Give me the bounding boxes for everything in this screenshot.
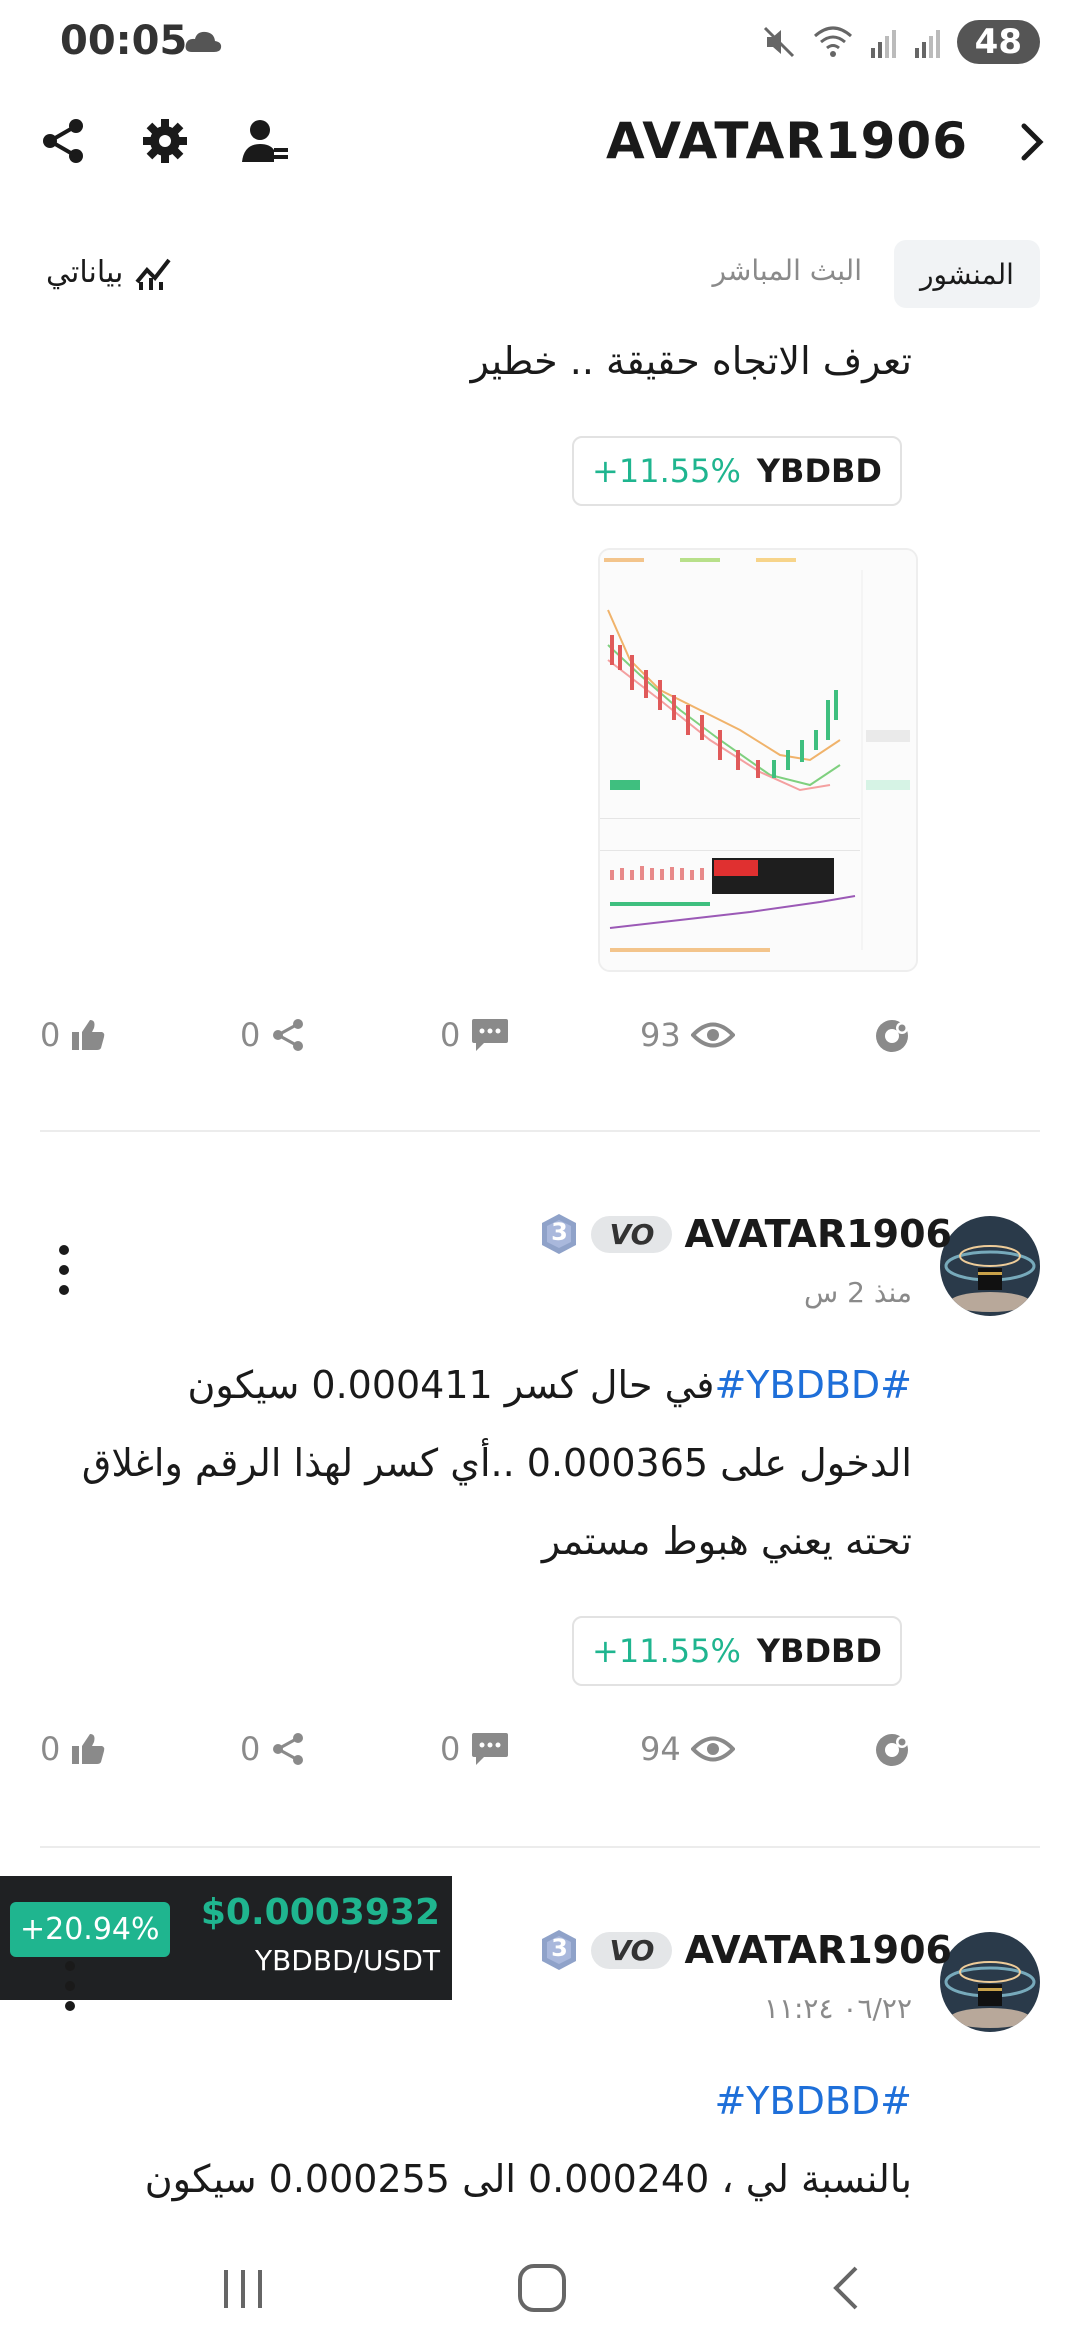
coin-chip[interactable]: +11.55% YBDBD bbox=[572, 1616, 902, 1686]
coin-symbol: YBDBD bbox=[756, 452, 882, 490]
chart-icon bbox=[133, 252, 173, 292]
like-count: 0 bbox=[40, 1730, 61, 1768]
my-data-label: بياناتي bbox=[46, 254, 124, 290]
coin-symbol: YBDBD bbox=[756, 1632, 882, 1670]
level-number: 3 bbox=[551, 1934, 568, 1962]
coin-change: +11.55% bbox=[592, 1632, 741, 1670]
post-actions: 0 0 0 93 bbox=[40, 1016, 920, 1076]
like-button[interactable]: 0 bbox=[40, 1016, 106, 1054]
tab-posts[interactable]: المنشور bbox=[894, 240, 1040, 308]
chevron-right-icon[interactable] bbox=[1012, 120, 1052, 164]
back-icon[interactable] bbox=[826, 2262, 866, 2314]
status-icons: 48 bbox=[761, 20, 1040, 64]
views-counter: 94 bbox=[640, 1730, 735, 1768]
ticker-change: +20.94% bbox=[10, 1902, 170, 1957]
more-options-icon[interactable] bbox=[56, 1244, 72, 1296]
post-line-1: بالنسبة لي ، 0.000240 الى 0.000255 سيكون bbox=[144, 2157, 912, 2201]
post-chart-image[interactable] bbox=[598, 548, 918, 972]
coin-change: +11.55% bbox=[592, 452, 741, 490]
recent-apps-icon[interactable] bbox=[218, 2264, 268, 2314]
hashtag-link[interactable]: #YBDBD# bbox=[714, 2079, 912, 2123]
system-nav-bar bbox=[0, 2240, 1080, 2340]
cloud-icon bbox=[184, 30, 222, 54]
gear-icon[interactable] bbox=[140, 116, 190, 166]
signal-2-icon bbox=[913, 26, 943, 58]
post-time: منذ 2 س bbox=[804, 1276, 912, 1309]
level-badge-icon: 3 bbox=[539, 1212, 579, 1256]
thumbs-up-icon bbox=[70, 1018, 106, 1052]
post-actions: 0 0 0 94 bbox=[40, 1730, 920, 1790]
post-divider bbox=[40, 1130, 1040, 1132]
avatar[interactable] bbox=[940, 1932, 1040, 2032]
like-button[interactable]: 0 bbox=[40, 1730, 106, 1768]
share-icon bbox=[270, 1017, 306, 1053]
post-author[interactable]: 3 VO AVATAR1906 bbox=[539, 1212, 952, 1256]
tip-icon[interactable] bbox=[872, 1016, 912, 1056]
comment-button[interactable]: 0 bbox=[440, 1016, 510, 1054]
post-author[interactable]: 3 VO AVATAR1906 bbox=[539, 1928, 952, 1972]
hashtag-link[interactable]: #YBDBD# bbox=[714, 1363, 912, 1407]
views-count: 94 bbox=[640, 1730, 681, 1768]
views-count: 93 bbox=[640, 1016, 681, 1054]
wifi-icon bbox=[811, 24, 855, 60]
ticker-price: $0.0003932 bbox=[200, 1892, 440, 1933]
comment-count: 0 bbox=[440, 1016, 461, 1054]
share-icon[interactable] bbox=[38, 116, 88, 166]
vo-badge: VO bbox=[591, 1931, 673, 1969]
share-button[interactable]: 0 bbox=[240, 1730, 306, 1768]
thumbs-up-icon bbox=[70, 1732, 106, 1766]
post-time: ٠٦/٢٢ ١١:٢٤ bbox=[763, 1992, 912, 2025]
post-line-1-text: في حال كسر 0.000411 سيكون bbox=[187, 1363, 715, 1407]
user-settings-icon[interactable] bbox=[240, 116, 290, 166]
level-number: 3 bbox=[551, 1218, 568, 1246]
views-counter: 93 bbox=[640, 1016, 735, 1054]
share-icon bbox=[270, 1731, 306, 1767]
avatar[interactable] bbox=[940, 1216, 1040, 1316]
post-line-2: الدخول على 0.000365 ..أي كسر لهذا الرقم … bbox=[81, 1441, 912, 1485]
vo-badge: VO bbox=[591, 1215, 673, 1253]
eye-icon bbox=[690, 1020, 735, 1050]
share-button[interactable]: 0 bbox=[240, 1016, 306, 1054]
comment-icon bbox=[470, 1731, 510, 1767]
eye-icon bbox=[690, 1734, 735, 1764]
status-time: 00:05 bbox=[60, 18, 188, 64]
coin-chip[interactable]: +11.55% YBDBD bbox=[572, 436, 902, 506]
my-data-link[interactable]: بياناتي bbox=[46, 252, 173, 292]
author-name: AVATAR1906 bbox=[684, 1928, 952, 1972]
mute-icon bbox=[761, 24, 797, 60]
battery-indicator: 48 bbox=[956, 20, 1040, 64]
post-divider bbox=[40, 1846, 1040, 1848]
post-hashtag: #YBDBD# bbox=[714, 2062, 912, 2140]
like-count: 0 bbox=[40, 1016, 61, 1054]
comment-count: 0 bbox=[440, 1730, 461, 1768]
post-text: تعرف الاتجاه حقيقة .. خطير bbox=[470, 339, 912, 383]
home-icon[interactable] bbox=[516, 2262, 568, 2314]
comment-button[interactable]: 0 bbox=[440, 1730, 510, 1768]
post-line-3: تحته يعني هبوط مستمر bbox=[541, 1519, 912, 1563]
share-count: 0 bbox=[240, 1730, 261, 1768]
more-options-icon[interactable] bbox=[62, 1960, 78, 2012]
ticker-pair: YBDBD/USDT bbox=[254, 1944, 440, 1977]
comment-icon bbox=[470, 1017, 510, 1053]
author-name: AVATAR1906 bbox=[684, 1212, 952, 1256]
signal-1-icon bbox=[869, 26, 899, 58]
tab-live[interactable]: البث المباشر bbox=[712, 254, 862, 287]
profile-title: AVATAR1906 bbox=[605, 112, 968, 170]
share-count: 0 bbox=[240, 1016, 261, 1054]
level-badge-icon: 3 bbox=[539, 1928, 579, 1972]
post-line-1: #YBDBD#في حال كسر 0.000411 سيكون bbox=[187, 1346, 912, 1424]
tip-icon[interactable] bbox=[872, 1730, 912, 1770]
